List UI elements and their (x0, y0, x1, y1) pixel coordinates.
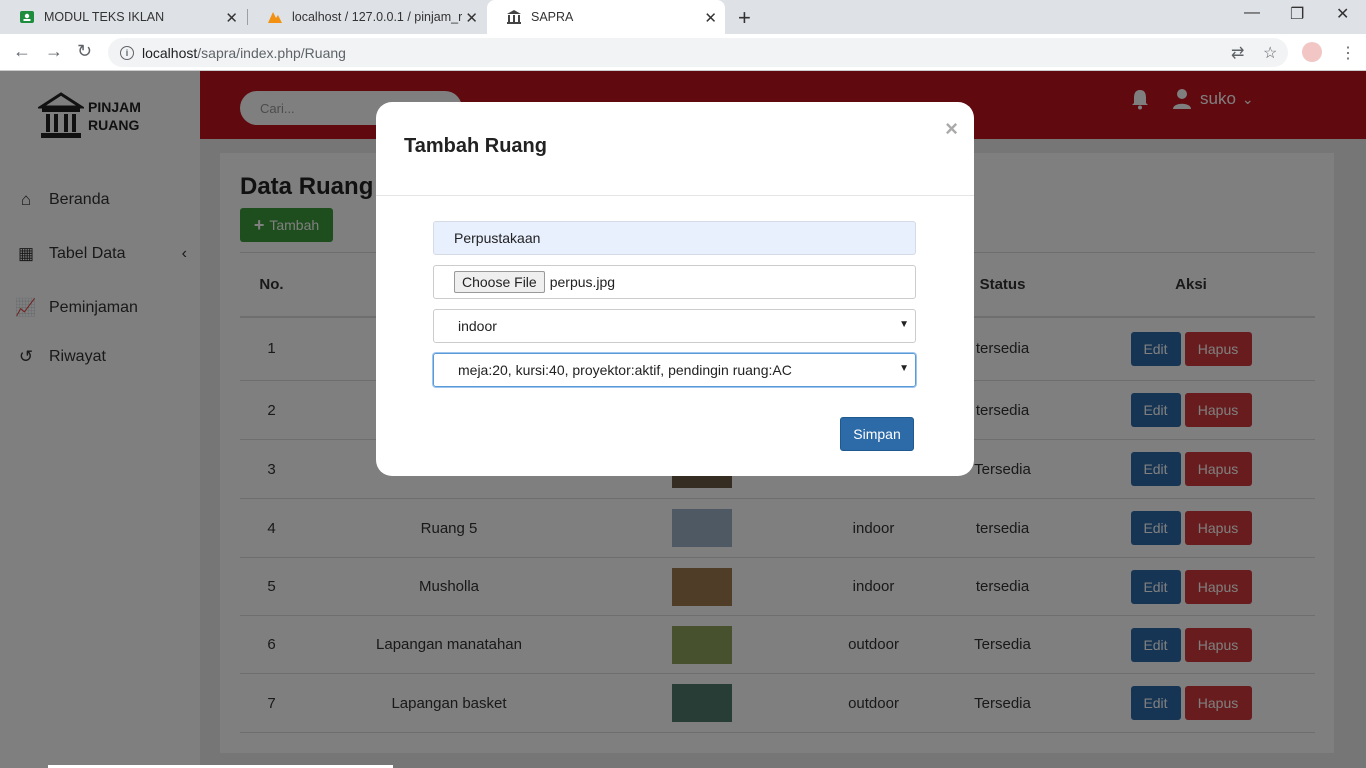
close-tab-icon[interactable]: ✕ (704, 9, 717, 27)
tab-title: SAPRA (531, 10, 574, 24)
tab-sapra[interactable]: SAPRA ✕ (487, 0, 725, 34)
close-tab-icon[interactable]: ✕ (225, 9, 238, 27)
browser-tab-strip: MODUL TEKS IKLAN ✕ localhost / 127.0.0.1… (0, 0, 1366, 34)
dropdown-arrow-icon: ▼ (899, 319, 909, 330)
close-icon[interactable]: × (945, 116, 958, 142)
room-name-field[interactable]: Perpustakaan (433, 221, 916, 255)
modal-title: Tambah Ruang (404, 135, 547, 157)
photo-file-input[interactable]: Choose File perpus.jpg (433, 265, 916, 299)
facility-select[interactable]: meja:20, kursi:40, proyektor:aktif, pend… (433, 353, 916, 387)
profile-avatar-icon[interactable] (1302, 42, 1322, 62)
translate-icon[interactable]: ⇄ (1231, 43, 1244, 63)
url-host: localhost (142, 44, 198, 61)
tab-phpmyadmin[interactable]: localhost / 127.0.0.1 / pinjam_rua ✕ (248, 0, 486, 34)
close-window-icon[interactable]: ✕ (1336, 4, 1349, 24)
save-button[interactable]: Simpan (840, 417, 914, 451)
close-tab-icon[interactable]: ✕ (465, 9, 478, 27)
restore-icon[interactable]: ❐ (1290, 4, 1304, 24)
tab-title: localhost / 127.0.0.1 / pinjam_rua (292, 10, 462, 24)
web-page: PINJAM RUANG ⌂ Beranda ▦ Tabel Data ‹ 📈 … (0, 71, 1366, 768)
choose-file-button[interactable]: Choose File (454, 271, 545, 293)
address-bar-row: ← → ↻ i localhost/sapra/index.php/Ruang … (0, 34, 1366, 71)
classroom-icon (20, 11, 34, 23)
bookmark-star-icon[interactable]: ☆ (1263, 43, 1277, 63)
new-tab-icon[interactable]: + (738, 5, 751, 31)
dropdown-arrow-icon: ▼ (899, 363, 909, 374)
url-input[interactable]: i localhost/sapra/index.php/Ruang (108, 38, 1288, 67)
facility-value: meja:20, kursi:40, proyektor:aktif, pend… (458, 362, 792, 378)
modal-divider (376, 195, 974, 196)
file-name: perpus.jpg (549, 274, 616, 290)
room-type-value: indoor (458, 318, 497, 334)
reload-icon[interactable]: ↻ (77, 41, 92, 62)
building-icon (507, 10, 521, 24)
add-room-modal: Tambah Ruang × Perpustakaan Choose File … (376, 102, 974, 476)
tab-title: MODUL TEKS IKLAN (44, 10, 165, 24)
url-path: /sapra/index.php/Ruang (197, 44, 346, 61)
tab-modul-teks-iklan[interactable]: MODUL TEKS IKLAN ✕ (0, 0, 246, 34)
forward-icon[interactable]: → (45, 41, 63, 62)
minimize-icon[interactable]: — (1244, 4, 1260, 22)
info-icon[interactable]: i (120, 45, 134, 60)
room-type-select[interactable]: indoor ▼ (433, 309, 916, 343)
menu-dots-icon[interactable]: ⋮ (1340, 43, 1356, 63)
phpmyadmin-icon (268, 12, 282, 23)
back-icon[interactable]: ← (13, 41, 31, 62)
